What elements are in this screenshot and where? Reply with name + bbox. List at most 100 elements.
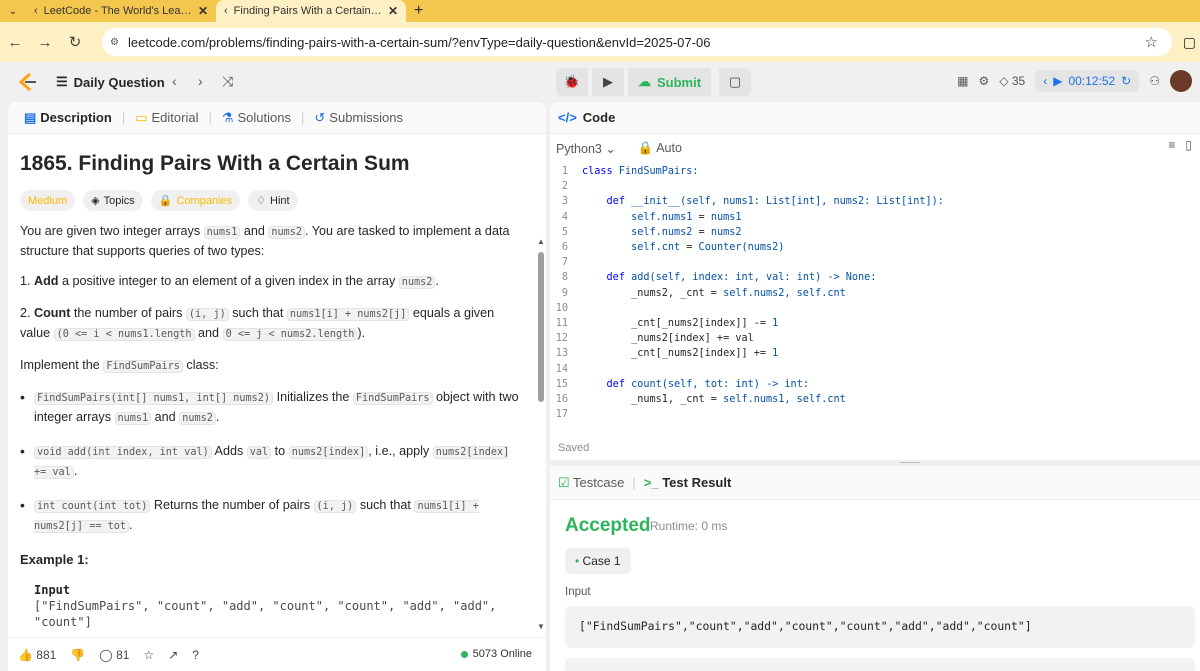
hint-tag[interactable]: ♢ Hint: [248, 190, 298, 211]
run-toolbar: 🐞 ▶ ☁ Submit ▢: [556, 68, 752, 96]
problem-tags: Medium ◈ Topics 🔒 Companies ♢ Hint: [20, 190, 298, 211]
favorite-star-icon[interactable]: ☆: [143, 648, 154, 662]
run-button[interactable]: ▶: [592, 68, 624, 96]
add-user-icon[interactable]: ⚇: [1149, 74, 1160, 88]
daily-question-link[interactable]: ☰ Daily Question: [56, 74, 165, 90]
like-count: 881: [36, 647, 57, 662]
share-icon[interactable]: ↗: [168, 648, 178, 662]
code-line: 5 self.nums2 = nums2: [561, 226, 742, 238]
scroll-up-arrow[interactable]: ▲: [537, 237, 545, 246]
code-line: 3 def __init__(self, nums1: List[int], n…: [561, 196, 944, 208]
format-icon[interactable]: ≡: [1168, 138, 1175, 152]
online-label: 5073 Online: [472, 648, 532, 660]
code-editor[interactable]: 1 class FindSumPairs: 2 3 def __init__(se…: [550, 164, 1190, 422]
like-button[interactable]: 👍 881: [18, 648, 56, 662]
pass-dot-icon: •: [575, 554, 580, 568]
shuffle-icon[interactable]: ⤨: [222, 73, 233, 90]
comment-count: 81: [116, 647, 130, 662]
daily-question-label: Daily Question: [73, 74, 165, 90]
result-status: Accepted: [565, 515, 651, 536]
streak-count: 35: [1011, 74, 1026, 88]
timer[interactable]: ‹ ▶ 00:12:52 ↻: [1035, 70, 1140, 92]
help-icon[interactable]: ?: [192, 648, 199, 662]
code-line: 1 class FindSumPairs:: [561, 166, 699, 178]
description-tabs: ▤ Description | ▭ Editorial | ⚗ Solutions |…: [8, 102, 546, 134]
avatar[interactable]: [1170, 70, 1192, 92]
tab-submissions-label: Submissions: [329, 110, 403, 125]
bookmark-icon[interactable]: ▯: [1185, 138, 1192, 152]
scroll-down-arrow[interactable]: ▼: [537, 622, 545, 631]
debug-icon[interactable]: 🐞: [556, 68, 588, 96]
site-info-icon[interactable]: ⚙: [110, 37, 128, 48]
list-item: int count(int tot) Returns the number of…: [20, 496, 526, 536]
close-tab-icon[interactable]: ✕: [198, 4, 208, 18]
close-tab-icon[interactable]: ✕: [388, 4, 398, 18]
tab-result-label: Test Result: [662, 475, 732, 490]
desc-op2: 2. Count the number of pairs (i, j) such…: [20, 306, 495, 341]
difficulty-badge: Medium: [20, 190, 76, 211]
comments-button[interactable]: ◯ 81: [99, 648, 129, 662]
streak-counter[interactable]: ◇ 35: [999, 74, 1025, 88]
code-line: 2: [561, 181, 568, 193]
comment-icon: ◯: [99, 647, 113, 662]
tab-test-result[interactable]: >_ Test Result: [644, 475, 732, 490]
timer-value: 00:12:52: [1068, 74, 1116, 88]
new-tab-button[interactable]: +: [406, 0, 431, 22]
back-icon[interactable]: ←: [0, 34, 30, 51]
prev-problem-icon[interactable]: ‹: [172, 73, 177, 89]
mode-label: Auto: [656, 140, 682, 155]
browser-tab-problem[interactable]: ‹ Finding Pairs With a Certain Sum ✕: [216, 0, 406, 22]
description-panel: ▤ Description | ▭ Editorial | ⚗ Solutions |…: [8, 102, 546, 671]
description-footer: 👍 881 👎 ◯ 81 ☆ ↗ ? 5073 Online: [8, 637, 546, 671]
topics-tag[interactable]: ◈ Topics: [83, 190, 143, 211]
list-icon: ☰: [56, 74, 68, 89]
bookmark-star-icon[interactable]: ☆: [1145, 33, 1158, 51]
example-input-line2: "count"]: [34, 615, 92, 629]
tab-submissions[interactable]: ↺ Submissions: [308, 110, 409, 126]
language-select[interactable]: Python3 ⌄: [556, 141, 616, 156]
example-input: Input ["FindSumPairs", "count", "add", "…: [34, 582, 524, 630]
code-line: 17: [555, 409, 568, 421]
example-heading: Example 1:: [20, 552, 89, 567]
tab-description[interactable]: ▤ Description: [18, 110, 118, 126]
code-line: 6 self.cnt = Counter(nums2): [561, 242, 785, 254]
desc-intro: You are given two integer arrays nums1 a…: [20, 224, 510, 258]
scrollbar-thumb[interactable]: [538, 252, 544, 402]
tab-editorial[interactable]: ▭ Editorial: [129, 110, 204, 126]
auto-mode[interactable]: 🔒 Auto: [638, 141, 682, 156]
tab-editorial-label: Editorial: [151, 110, 199, 125]
forward-icon[interactable]: →: [30, 34, 60, 51]
list-item: FindSumPairs(int[] nums1, int[] nums2) I…: [20, 388, 526, 428]
case-tab[interactable]: • Case 1: [565, 548, 631, 574]
settings-gear-icon[interactable]: ⚙: [979, 74, 990, 88]
code-line: 11 _cnt[_nums2[index]] -= 1: [555, 317, 779, 329]
extension-icon[interactable]: ▢: [1183, 34, 1196, 51]
saved-status: Saved: [558, 442, 590, 454]
thumbs-up-icon: 👍: [18, 647, 33, 662]
submit-button[interactable]: ☁ Submit: [628, 68, 712, 96]
next-problem-icon[interactable]: ›: [198, 73, 203, 89]
tab-solutions[interactable]: ⚗ Solutions: [216, 110, 297, 126]
tab-testcase[interactable]: ☑ Testcase: [558, 475, 624, 491]
url-field[interactable]: ⚙ leetcode.com/problems/finding-pairs-wi…: [102, 28, 1172, 56]
tab-search-icon[interactable]: ⌄: [0, 0, 26, 22]
result-panel: ☑ Testcase | >_ Test Result Accepted Run…: [550, 466, 1200, 671]
layout-icon[interactable]: ▦: [957, 74, 968, 88]
code-line: 14: [555, 363, 568, 375]
notes-icon[interactable]: ▢: [719, 68, 752, 96]
reset-icon: ↻: [1121, 74, 1132, 88]
leetcode-logo-icon[interactable]: [16, 72, 38, 92]
dislike-icon[interactable]: 👎: [70, 648, 85, 662]
terminal-icon: >_: [643, 475, 659, 490]
reload-icon[interactable]: ↻: [60, 33, 90, 51]
companies-tag[interactable]: 🔒 Companies: [150, 190, 241, 211]
code-line: 15 def count(self, tot: int) -> int:: [555, 378, 809, 390]
flame-icon: ◇: [999, 74, 1009, 88]
code-line: 7: [561, 257, 568, 269]
example-input-line1: ["FindSumPairs", "count", "add", "count"…: [34, 599, 497, 613]
code-icon: </>: [558, 110, 577, 125]
case-label: Case 1: [582, 554, 621, 568]
online-count: 5073 Online: [460, 648, 532, 660]
runtime-label: Runtime: 0 ms: [650, 519, 728, 533]
browser-tab-leetcode[interactable]: ‹ LeetCode - The World's Leading ✕: [26, 0, 216, 22]
